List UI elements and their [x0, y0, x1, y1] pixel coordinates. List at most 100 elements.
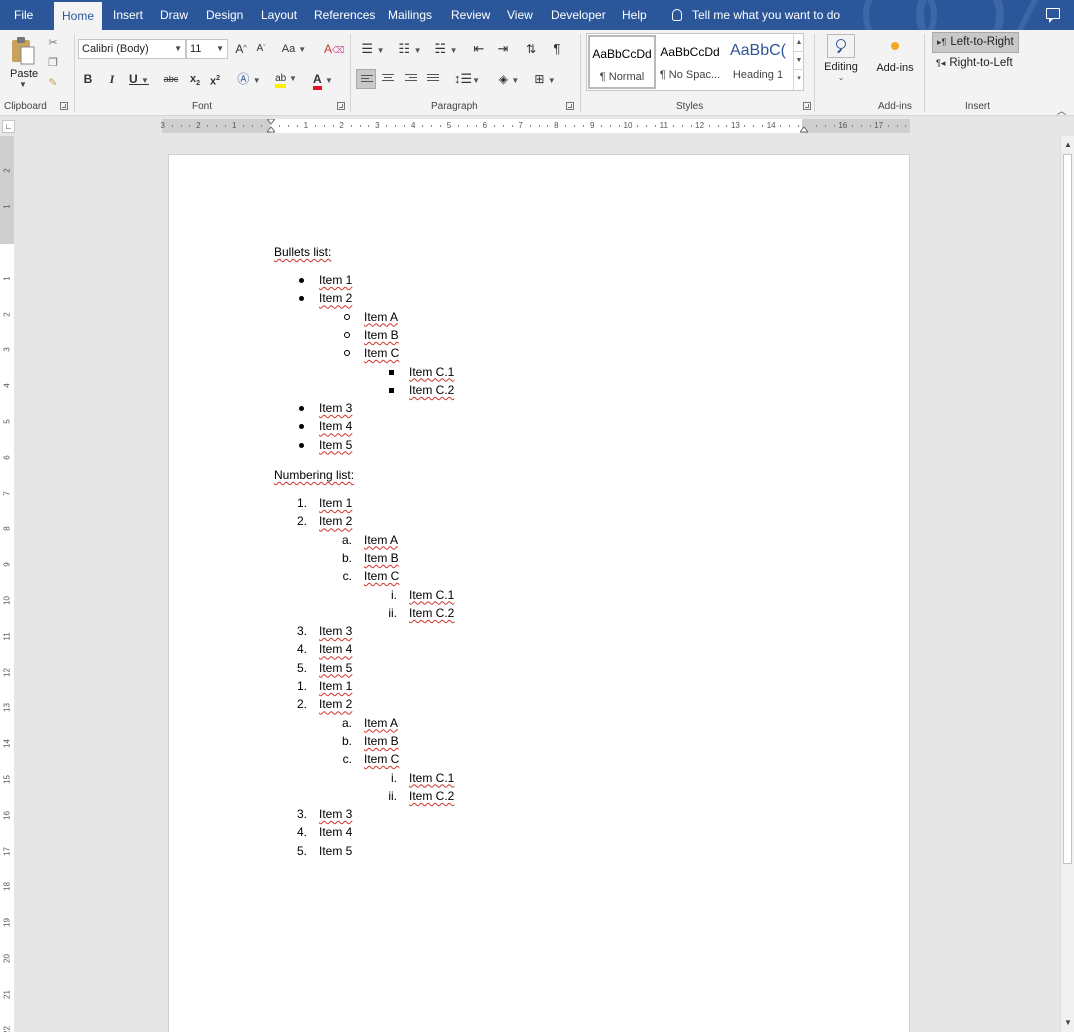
editing-button[interactable]: Editing ⌄ — [822, 34, 860, 92]
font-name-combo[interactable]: Calibri (Body) ▼ — [78, 39, 186, 59]
list-item-text: Item A — [364, 532, 399, 547]
chevron-down-icon[interactable]: ▼ — [794, 52, 804, 70]
chevron-down-icon: ▼ — [216, 44, 224, 53]
horizontal-ruler[interactable]: 3 2 1 1 2 3 4 5 6 7 8 9 10 11 12 13 14 16 17 — [160, 119, 910, 133]
tab-home[interactable]: Home — [54, 2, 103, 30]
ruler-tick — [296, 125, 298, 127]
ruler-tick — [261, 125, 263, 127]
format-painter-icon[interactable]: ✎ — [46, 76, 60, 90]
style-normal[interactable]: AaBbCcDd ¶ Normal — [588, 35, 656, 89]
add-ins-button[interactable]: Add-ins — [870, 34, 920, 74]
numbering-icon[interactable]: ☷ ▼ — [395, 39, 425, 59]
clear-formatting-icon[interactable]: A⌫ — [324, 39, 345, 59]
paragraph-dialog-launcher[interactable] — [566, 102, 574, 110]
font-dialog-launcher[interactable] — [337, 102, 345, 110]
grow-font-icon[interactable]: A^ — [234, 39, 248, 59]
tab-references[interactable]: References — [314, 0, 375, 30]
tab-review[interactable]: Review — [451, 0, 490, 30]
chevron-down-icon: ⌄ — [837, 73, 845, 82]
group-divider — [74, 34, 75, 112]
superscript-icon[interactable]: x2 — [208, 69, 222, 89]
group-divider — [924, 34, 925, 112]
tab-draw[interactable]: Draw — [160, 0, 188, 30]
align-right-icon[interactable] — [401, 69, 421, 89]
ruler-number: 1 — [2, 204, 12, 209]
multilevel-list-icon[interactable]: ☵ ▼ — [431, 39, 461, 59]
bold-icon[interactable]: B — [82, 69, 94, 89]
bullets-icon[interactable]: ☰ ▼ — [358, 39, 388, 59]
disc-bullet-icon — [299, 278, 304, 283]
tab-mailings[interactable]: Mailings — [388, 0, 432, 30]
change-case-icon[interactable]: Aa ▼ — [280, 39, 308, 59]
ruler-number: 13 — [730, 121, 740, 130]
tab-developer[interactable]: Developer — [551, 0, 606, 30]
style-no-spacing[interactable]: AaBbCcDd ¶ No Spac... — [656, 35, 724, 89]
list-number: ii. — [388, 605, 397, 620]
tab-design[interactable]: Design — [206, 0, 243, 30]
line-spacing-icon[interactable]: ↕☰▼ — [452, 69, 482, 89]
list-number: b. — [341, 550, 352, 565]
right-to-left-button[interactable]: ¶◂ Right-to-Left — [932, 54, 1017, 75]
ruler-tick — [565, 125, 567, 127]
cut-icon[interactable]: ✂ — [46, 36, 60, 50]
shrink-font-icon[interactable]: Aˇ — [254, 39, 268, 59]
show-formatting-marks-icon[interactable]: ¶ — [548, 39, 566, 59]
ruler-tick — [824, 125, 826, 127]
tell-me-search[interactable]: Tell me what you want to do — [672, 0, 840, 30]
tab-file[interactable]: File — [14, 0, 33, 30]
document-page[interactable]: Bullets list: Item 1 Item 2 Item A Item B It… — [168, 154, 910, 1032]
sort-icon[interactable]: ⇅ — [522, 39, 540, 59]
scroll-up-icon[interactable]: ▲ — [1061, 138, 1074, 152]
font-size-combo[interactable]: 11 ▼ — [186, 39, 228, 59]
increase-indent-icon[interactable]: ⇥ — [494, 39, 512, 59]
ruler-tick — [180, 125, 182, 127]
font-color-icon[interactable]: A ▼ — [308, 69, 338, 90]
list-item-text: Item 1 — [319, 273, 353, 287]
left-to-right-button[interactable]: ▸¶ Left-to-Right — [932, 32, 1019, 53]
ruler-tick — [753, 125, 755, 127]
first-line-indent-marker[interactable] — [267, 119, 275, 133]
align-center-icon[interactable] — [378, 69, 398, 89]
scrollbar-thumb[interactable] — [1063, 154, 1072, 864]
borders-icon[interactable]: ⊞ ▼ — [530, 69, 560, 89]
copy-icon[interactable]: ❐ — [46, 56, 60, 70]
vertical-scrollbar[interactable]: ▲ ▼ — [1060, 136, 1074, 1032]
paste-icon[interactable] — [10, 36, 36, 66]
ruler-number: 10 — [623, 121, 633, 130]
scroll-down-icon[interactable]: ▼ — [1061, 1016, 1074, 1030]
ruler-tick — [502, 125, 504, 127]
underline-icon[interactable]: U ▼ — [126, 69, 152, 89]
ruler-tick — [726, 125, 728, 127]
shading-icon[interactable]: ◈ ▼ — [494, 69, 524, 89]
styles-dialog-launcher[interactable] — [803, 102, 811, 110]
right-indent-marker[interactable] — [800, 119, 808, 133]
italic-icon[interactable]: I — [106, 69, 118, 89]
paragraph-group-label: Paragraph — [431, 101, 478, 112]
chevron-up-icon[interactable]: ▲ — [794, 34, 804, 52]
paste-dropdown-arrow[interactable]: ▼ — [19, 80, 27, 89]
justify-icon[interactable] — [423, 69, 443, 89]
align-left-icon[interactable] — [356, 69, 376, 89]
text-effects-icon[interactable]: Ⓐ ▼ — [234, 69, 264, 89]
paste-button[interactable]: Paste — [10, 68, 38, 80]
subscript-icon[interactable]: x2 — [188, 69, 202, 89]
list-item-text: Item 5 — [319, 660, 353, 675]
highlight-color-icon[interactable]: ab ▼ — [270, 69, 302, 89]
styles-group-label: Styles — [676, 101, 704, 112]
styles-gallery: AaBbCcDd ¶ Normal AaBbCcDd ¶ No Spac... … — [586, 33, 804, 91]
decrease-indent-icon[interactable]: ⇤ — [470, 39, 488, 59]
comments-icon[interactable] — [1046, 8, 1060, 23]
style-heading-1[interactable]: AaBbC( Heading 1 — [724, 35, 792, 89]
clipboard-dialog-launcher[interactable] — [60, 102, 68, 110]
tab-layout[interactable]: Layout — [261, 0, 297, 30]
vertical-ruler[interactable]: 2 1 1 2 3 4 5 6 7 8 9 10 11 12 13 14 15 16 17 18 19 20 21 22 — [0, 136, 14, 1032]
gallery-more-icon[interactable]: ▾ — [794, 70, 804, 88]
ruler-tick — [601, 125, 603, 127]
tab-insert[interactable]: Insert — [113, 0, 143, 30]
tab-selector[interactable]: ∟ — [2, 120, 15, 133]
tab-help[interactable]: Help — [622, 0, 647, 30]
tab-view[interactable]: View — [507, 0, 533, 30]
list-item-text: Item 4 — [319, 642, 353, 657]
strikethrough-icon[interactable]: abc — [162, 69, 180, 89]
group-divider — [350, 34, 351, 112]
